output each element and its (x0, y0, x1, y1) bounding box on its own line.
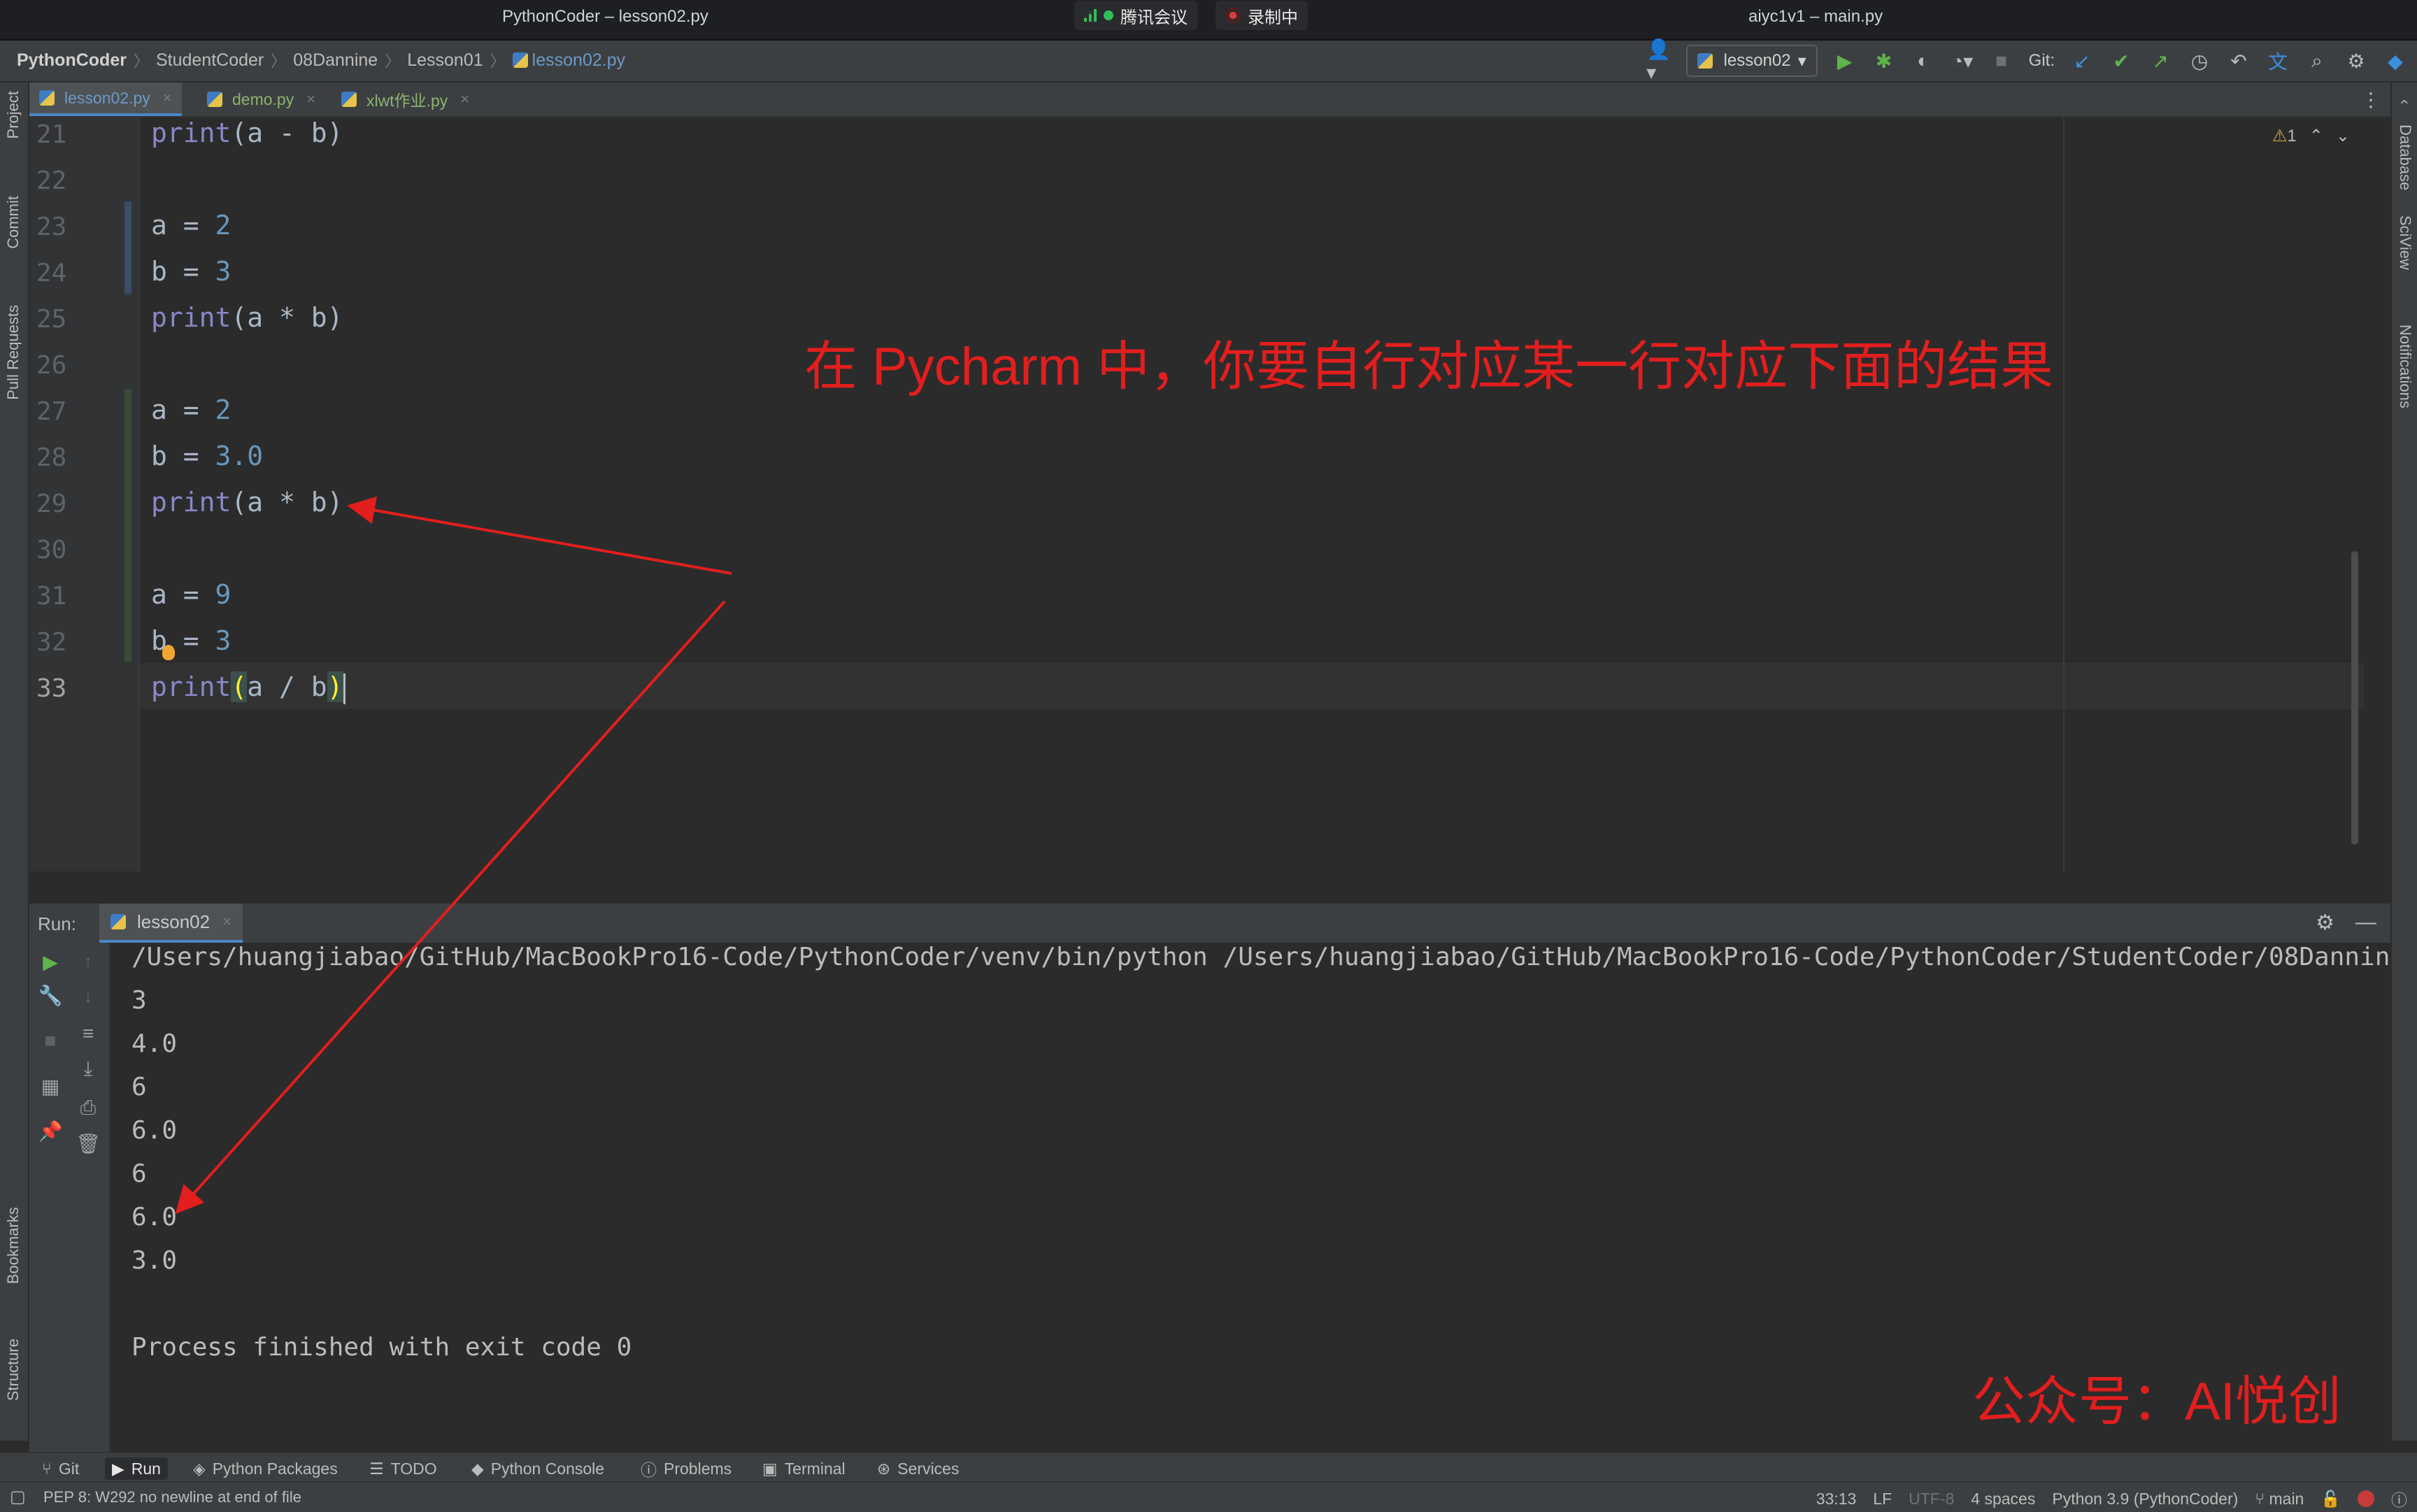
arrow-to-output-line (175, 600, 726, 1214)
status-message[interactable]: PEP 8: W292 no newline at end of file (43, 1488, 301, 1506)
file-encoding[interactable]: UTF-8 (1909, 1490, 1954, 1509)
line-separator[interactable]: LF (1873, 1490, 1892, 1509)
git-branch[interactable]: ⑂ main (2255, 1490, 2304, 1509)
tool-git[interactable]: ⑂ Git (35, 1457, 86, 1480)
tool-run[interactable]: ▶ Run (105, 1457, 168, 1480)
python-icon: ◆ (471, 1459, 484, 1478)
play-icon: ▶ (112, 1459, 124, 1478)
python-interpreter[interactable]: Python 3.9 (PythonCoder) (2052, 1490, 2238, 1509)
list-icon: ☰ (369, 1459, 384, 1478)
caret-position[interactable]: 33:13 (1816, 1490, 1857, 1509)
status-bar: ▢ PEP 8: W292 no newline at end of file … (0, 1481, 2417, 1512)
tool-problems[interactable]: ⓘ Problems (634, 1457, 739, 1480)
services-icon: ⊛ (877, 1459, 891, 1478)
tool-python-console[interactable]: ◆ Python Console (464, 1457, 611, 1480)
tool-terminal[interactable]: ▣ Terminal (755, 1457, 853, 1480)
bottom-tool-bar: ⑂ Git ▶ Run ◈ Python Packages ☰ TODO ◆ Python… (0, 1452, 2417, 1483)
terminal-icon: ▣ (762, 1459, 778, 1478)
lock-icon[interactable]: 🔓 (2320, 1490, 2341, 1509)
arrow-to-code-line (347, 496, 732, 575)
tool-todo[interactable]: ☰ TODO (362, 1457, 444, 1480)
info-icon: ⓘ (641, 1461, 657, 1479)
error-report-icon[interactable] (2358, 1490, 2374, 1507)
git-branch-icon: ⑂ (42, 1459, 52, 1478)
tool-python-packages[interactable]: ◈ Python Packages (186, 1457, 345, 1480)
toggle-tool-windows-icon[interactable]: ▢ (10, 1487, 26, 1507)
tool-services[interactable]: ⊛ Services (870, 1457, 966, 1480)
indent-setting[interactable]: 4 spaces (1971, 1490, 2035, 1509)
notification-icon[interactable]: ⓘ (2391, 1487, 2407, 1511)
annotation-arrows (175, 496, 732, 1214)
git-branch-icon: ⑂ (2255, 1489, 2269, 1508)
layers-icon: ◈ (193, 1459, 206, 1478)
